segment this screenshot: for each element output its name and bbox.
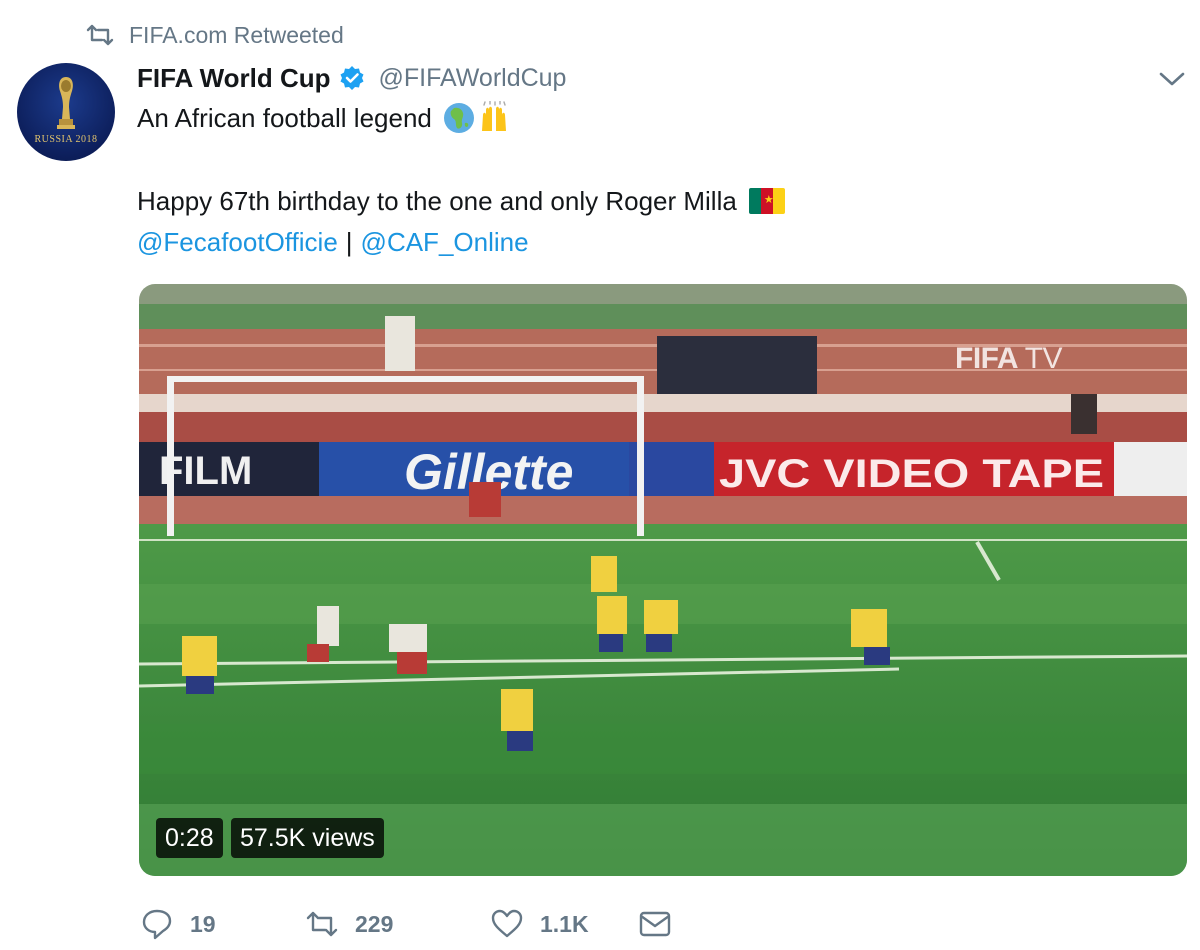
mention-caf[interactable]: @CAF_Online <box>361 227 529 258</box>
reply-count: 19 <box>190 910 216 937</box>
avatar[interactable]: RUSSIA 2018 <box>17 63 115 161</box>
world-cup-trophy-icon <box>57 77 75 129</box>
like-count: 1.1K <box>540 910 589 937</box>
retweet-button[interactable]: 229 <box>305 907 490 941</box>
reply-icon <box>142 909 172 940</box>
handle[interactable]: @FIFAWorldCup <box>379 64 567 93</box>
mention-fecafoot[interactable]: @FecafootOfficie <box>137 227 338 258</box>
retweet-count: 229 <box>355 910 394 937</box>
retweet-context[interactable]: FIFA.com Retweeted <box>85 20 344 50</box>
heart-icon <box>491 909 523 938</box>
tweet-actions: 19 229 1.1K <box>140 903 678 945</box>
tweet-text-line-1: An African football legend <box>137 100 512 136</box>
watermark-brand: FIFA <box>955 342 1017 375</box>
reply-button[interactable]: 19 <box>140 907 305 941</box>
ad-board-jvc: JVC VIDEO TAPE <box>719 452 1104 496</box>
verified-badge-icon <box>340 66 364 90</box>
cameroon-flag: ★ <box>748 188 785 214</box>
globe-africa-emoji <box>443 103 474 133</box>
video-duration: 0:28 <box>156 818 223 858</box>
raised-hands-emoji <box>481 101 506 131</box>
fifa-tv-watermark: FIFA TV <box>955 342 1063 376</box>
like-button[interactable]: 1.1K <box>490 907 638 941</box>
mention-separator: | <box>345 226 353 257</box>
retweet-icon <box>86 24 114 46</box>
display-name[interactable]: FIFA World Cup <box>137 63 331 94</box>
avatar-caption: RUSSIA 2018 <box>34 134 98 145</box>
watermark-suffix: TV <box>1024 342 1063 375</box>
envelope-icon <box>639 911 671 937</box>
tweet-header: FIFA World Cup @FIFAWorldCup <box>137 60 566 96</box>
direct-message-button[interactable] <box>638 907 678 941</box>
tweet-text-legend: An African football legend <box>137 102 432 133</box>
video-views: 57.5K views <box>231 818 384 858</box>
tweet-text-mentions: @FecafootOfficie | @CAF_Online <box>137 224 529 260</box>
tweet-text-line-2: Happy 67th birthday to the one and only … <box>137 183 785 219</box>
retweet-context-text[interactable]: FIFA.com Retweeted <box>129 22 344 49</box>
tweet-text-birthday: Happy 67th birthday to the one and only … <box>137 185 737 216</box>
video-player[interactable]: FILM Gillette JVC VIDEO TAPE FIFA TV 0:2… <box>139 284 1187 876</box>
retweet-action-icon <box>306 911 338 937</box>
chevron-down-icon[interactable] <box>1157 67 1187 91</box>
